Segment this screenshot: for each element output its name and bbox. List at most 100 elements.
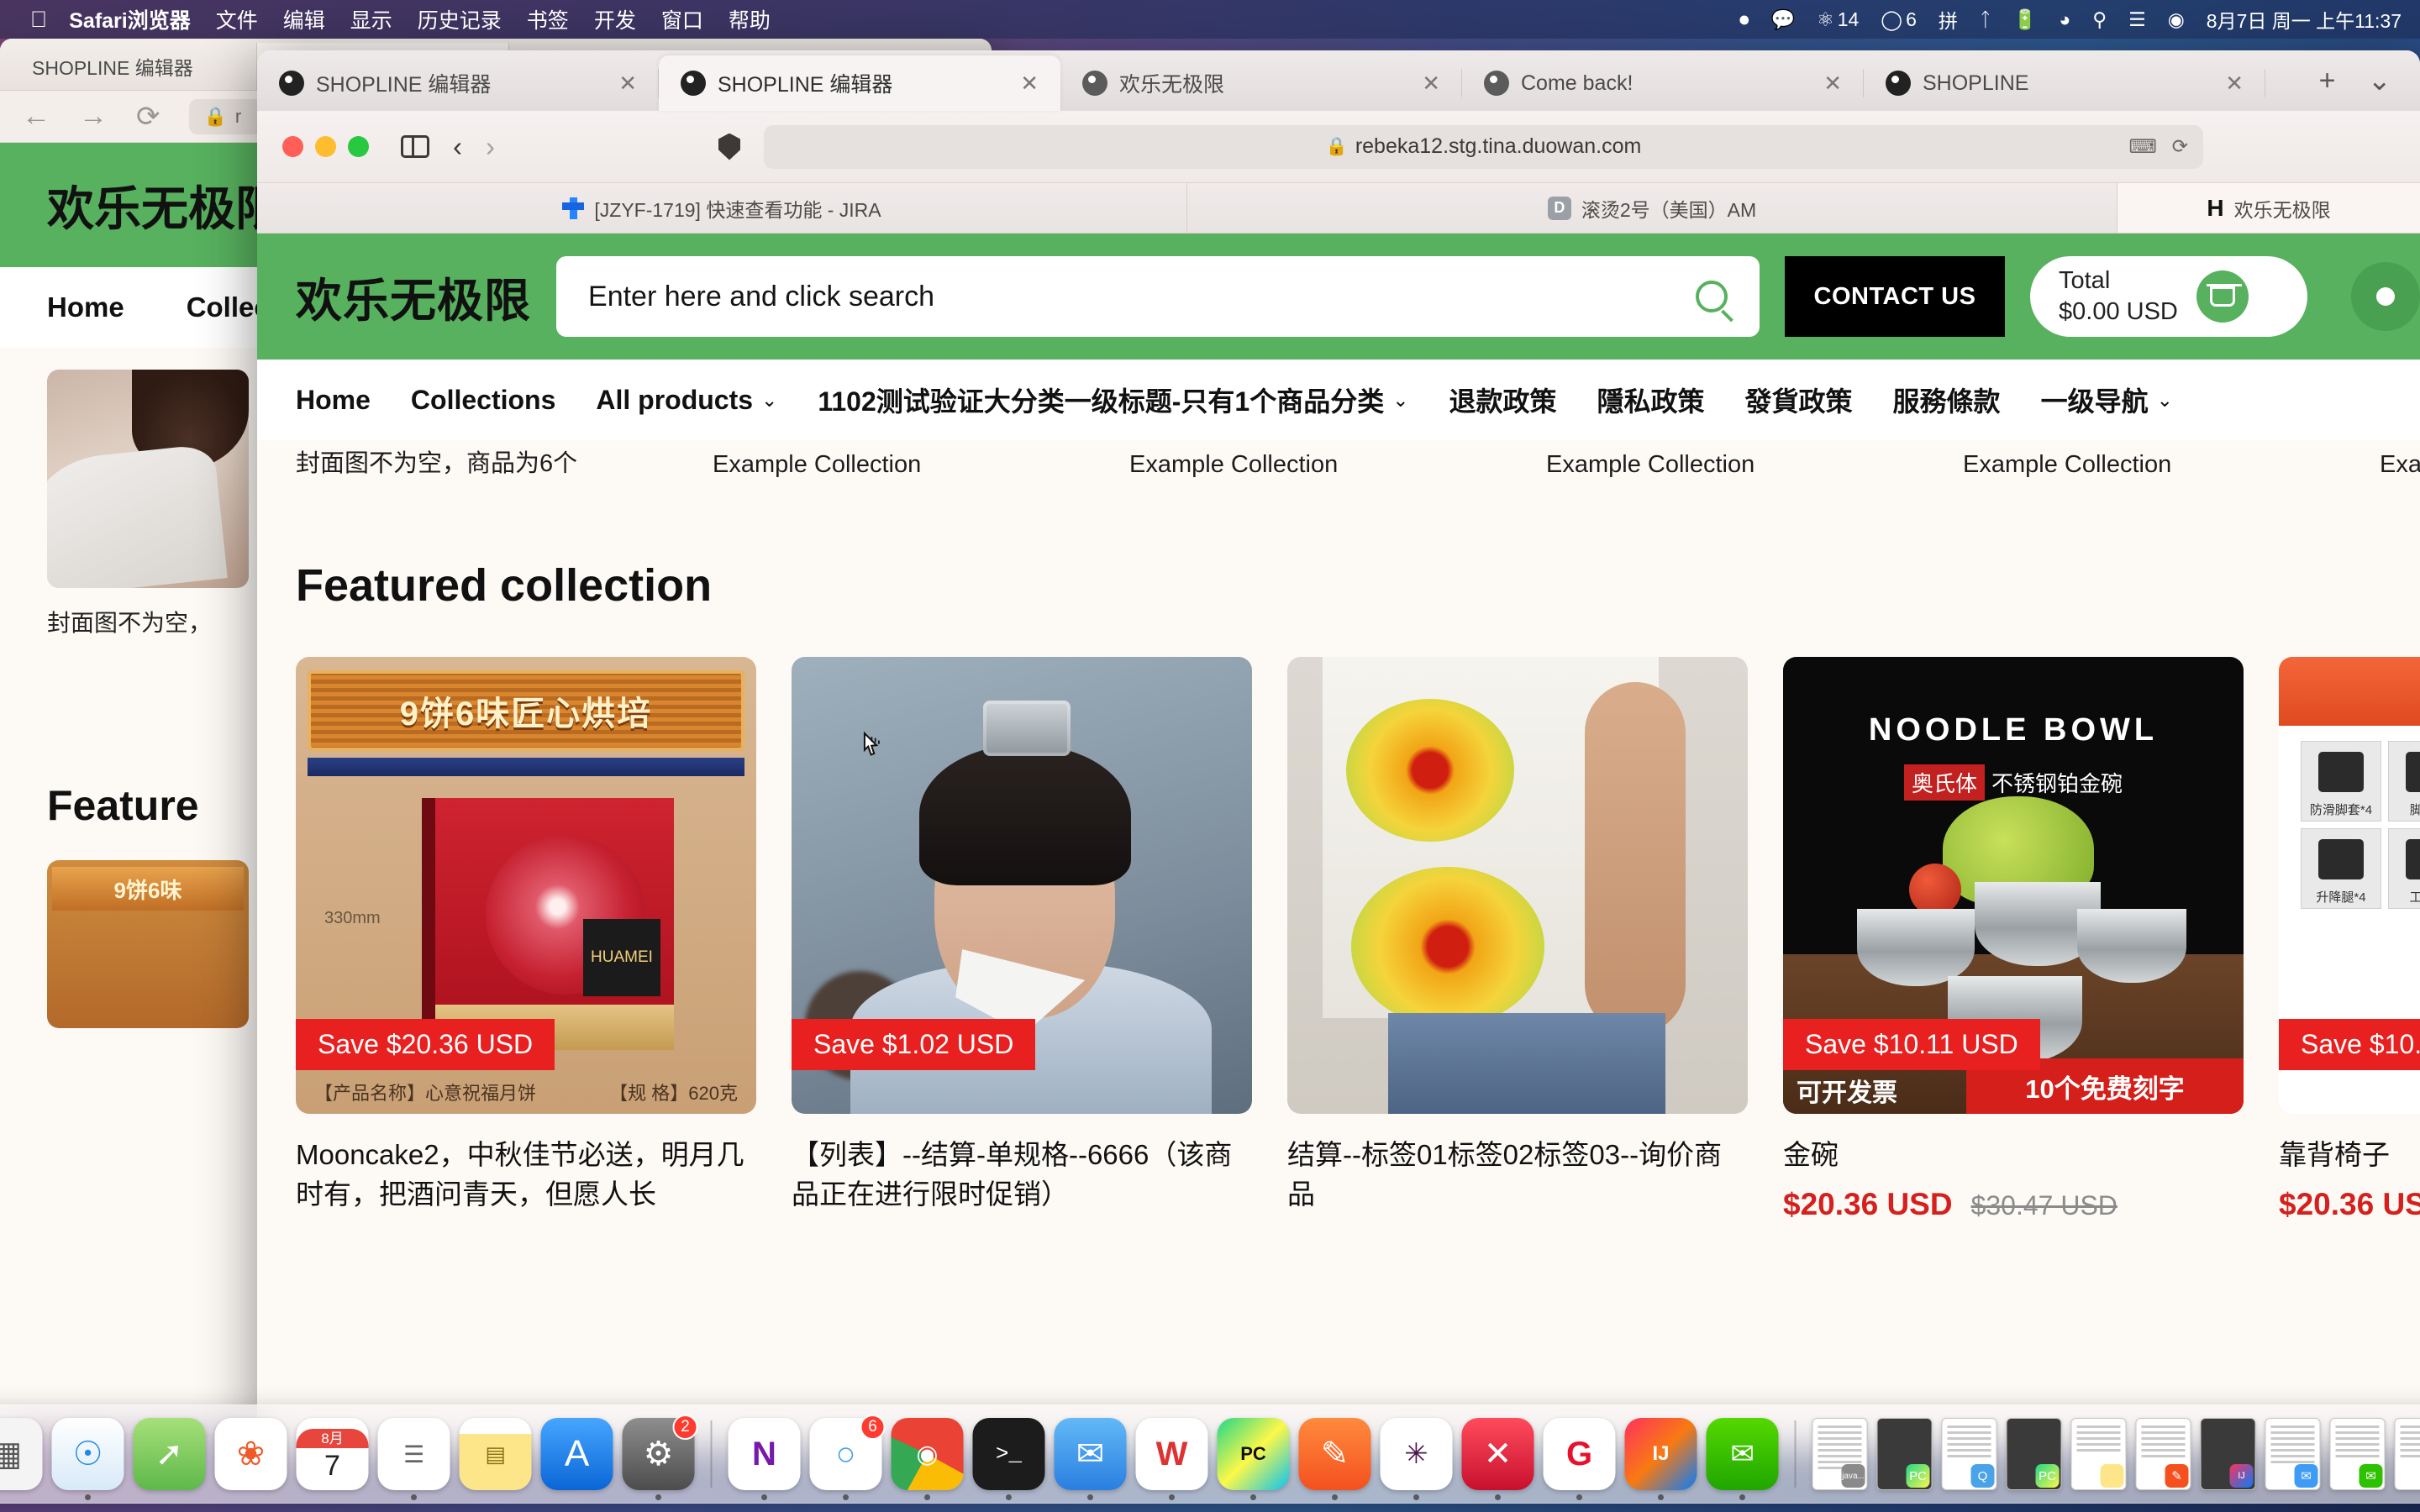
dock-app-onenote[interactable]: N	[728, 1418, 801, 1500]
menu-item-develop[interactable]: 开发	[594, 4, 636, 34]
bg-nav-home[interactable]: Home	[47, 291, 124, 323]
collection-title[interactable]: 封面图不为空，商品为6个	[296, 444, 713, 479]
dock-app-mail[interactable]: ✉	[1054, 1418, 1127, 1500]
dock-min-pycharm-1[interactable]: PC	[1876, 1418, 1933, 1490]
tab-close-icon[interactable]: ✕	[1823, 71, 1842, 97]
dock-app-terminal[interactable]: >_	[972, 1418, 1045, 1500]
dock-app-reminders[interactable]: ☰	[377, 1418, 450, 1500]
dock-app-safari[interactable]: ☉	[51, 1418, 124, 1500]
bookmark-huanle[interactable]: H 欢乐无极限	[2118, 183, 2420, 233]
nav-privacy-policy[interactable]: 隱私政策	[1577, 381, 1725, 419]
wifi-icon[interactable]: ◕	[2059, 8, 2070, 31]
product-title[interactable]: 金碗	[1783, 1136, 2244, 1175]
menu-item-window[interactable]: 窗口	[661, 4, 703, 34]
screen-recording-icon[interactable]: ⏺	[1739, 8, 1749, 31]
dock-app-slack[interactable]: ✳	[1380, 1418, 1453, 1500]
close-window-button[interactable]	[282, 136, 303, 157]
minimize-window-button[interactable]	[315, 136, 336, 157]
dock-app-wps[interactable]: W	[1135, 1418, 1208, 1500]
reload-icon[interactable]: ⟳	[2172, 135, 2188, 158]
dock-min-notes[interactable]	[2070, 1418, 2127, 1490]
nav-first-level[interactable]: 一级导航 ⌄	[2021, 381, 2193, 419]
new-tab-button[interactable]: +	[2319, 65, 2336, 97]
qq-menu-icon[interactable]: ◯ 6	[1881, 8, 1917, 31]
nav-home[interactable]: Home	[296, 385, 391, 416]
tab-shopline-editor-1[interactable]: SHOPLINE 编辑器 ✕	[257, 55, 659, 111]
menu-item-view[interactable]: 显示	[350, 4, 392, 34]
dock-app-chrome[interactable]: ◉	[891, 1418, 964, 1500]
maximize-window-button[interactable]	[348, 136, 369, 157]
dock-app-calendar[interactable]: 8月 7	[296, 1418, 369, 1490]
dock-app-system-preferences[interactable]: ⚙ 2	[622, 1415, 698, 1500]
product-title[interactable]: Mooncake2，中秋佳节必送，明月几时有，把酒问青天，但愿人长	[296, 1136, 756, 1215]
product-image[interactable]: NOODLE BOWL 奥氏体 不锈钢铂金碗 可开发票 10个免费刻字 Save…	[1783, 657, 2244, 1114]
product-card[interactable]: 结算--标签01标签02标签03--询价商品	[1287, 657, 1748, 1215]
dock-app-qq[interactable]: ○ 6	[809, 1415, 886, 1500]
menubar-clock[interactable]: 8月7日 周一 上午11:37	[2207, 5, 2402, 34]
tab-close-icon[interactable]: ✕	[618, 71, 637, 97]
nav-terms-of-service[interactable]: 服務條款	[1873, 381, 2021, 419]
product-image[interactable]: 9饼6味匠心烘培 330mm HUAMEI 【产品名称】心意祝福月饼 【规 格】…	[296, 657, 756, 1114]
bluetooth-icon[interactable]: ᛏ	[1980, 8, 1991, 31]
tab-huanle-wujixian[interactable]: 欢乐无极限 ✕	[1060, 55, 1462, 111]
bookmark-gundang[interactable]: D 滚烫2号（美国）AM	[1187, 183, 2118, 233]
collection-title[interactable]: Example Collection	[1546, 451, 1963, 479]
back-icon[interactable]: ‹	[453, 133, 462, 160]
bg-tab-1[interactable]: SHOPLINE 编辑器	[5, 43, 257, 90]
dock-app-pycharm[interactable]: PC	[1217, 1418, 1290, 1500]
product-image[interactable]: Save $1.02 USD	[792, 657, 1252, 1114]
tab-shopline[interactable]: SHOPLINE ✕	[1864, 55, 2265, 111]
dock-app-glyphs[interactable]: G	[1543, 1418, 1616, 1500]
menu-item-history[interactable]: 历史记录	[418, 4, 502, 34]
input-method-icon[interactable]: 拼	[1939, 5, 1958, 34]
front-safari-window[interactable]: SHOPLINE 编辑器 ✕ SHOPLINE 编辑器 ✕ 欢乐无极限 ✕ Co…	[257, 50, 2420, 1448]
collection-title[interactable]: Example Col	[2380, 451, 2420, 479]
dock-app-notes[interactable]: ▤	[459, 1418, 532, 1490]
dock-min-qq-2[interactable]: Q	[2394, 1418, 2420, 1490]
menu-item-file[interactable]: 文件	[216, 4, 258, 34]
battery-icon[interactable]: 🔋	[2013, 8, 2038, 31]
tab-come-back[interactable]: Come back! ✕	[1462, 55, 1864, 111]
product-card[interactable]: 9饼6味匠心烘培 330mm HUAMEI 【产品名称】心意祝福月饼 【规 格】…	[296, 657, 756, 1215]
bg-product-card[interactable]: 9饼6味	[47, 860, 249, 1028]
dock-app-xmind[interactable]: ✕	[1461, 1418, 1534, 1500]
privacy-shield-icon[interactable]	[718, 133, 740, 160]
dock-app-intellij[interactable]: IJ	[1624, 1418, 1697, 1500]
dock-app-app-store[interactable]: A	[540, 1418, 613, 1490]
product-card[interactable]: 套餐1 防滑脚套*4 脚爪*4 磁石靠背 升降腿*4 工具包 JD.COM 京东	[2279, 657, 2420, 1222]
forward-icon[interactable]: ›	[486, 133, 495, 160]
tab-close-icon[interactable]: ✕	[2225, 71, 2244, 97]
nav-collections[interactable]: Collections	[391, 385, 576, 416]
product-image[interactable]: 套餐1 防滑脚套*4 脚爪*4 磁石靠背 升降腿*4 工具包 JD.COM 京东	[2279, 657, 2420, 1114]
shop-logo[interactable]: 欢乐无极限	[296, 263, 531, 330]
bookmark-jira[interactable]: [JZYF-1719] 快速查看功能 - JIRA	[257, 183, 1187, 233]
translate-icon[interactable]: ⌨	[2129, 135, 2157, 158]
account-icon[interactable]	[2351, 262, 2420, 331]
dock-min-mail[interactable]: ✉	[2265, 1418, 2321, 1490]
contact-us-button[interactable]: CONTACT US	[1785, 256, 2005, 337]
tab-overview-icon[interactable]: ⌄	[2368, 64, 2392, 97]
siri-icon[interactable]: ◉	[2168, 8, 2185, 31]
nav-refund-policy[interactable]: 退款政策	[1429, 381, 1577, 419]
tab-shopline-editor-2[interactable]: SHOPLINE 编辑器 ✕	[659, 55, 1060, 111]
dock-app-photos[interactable]: ❀	[214, 1418, 287, 1490]
product-title[interactable]: 靠背椅子	[2279, 1136, 2420, 1175]
dock-min-pycharm-2[interactable]: PC	[2006, 1418, 2062, 1490]
collection-title[interactable]: Example Collection	[1963, 451, 2380, 479]
tab-close-icon[interactable]: ✕	[1020, 71, 1039, 97]
gitlab-menu-icon[interactable]: ⚛ 14	[1817, 8, 1859, 31]
dock-min-qq[interactable]: Q	[1941, 1418, 1997, 1490]
product-card[interactable]: NOODLE BOWL 奥氏体 不锈钢铂金碗 可开发票 10个免费刻字 Save…	[1783, 657, 2244, 1222]
bg-site-logo[interactable]: 欢乐无极限	[47, 171, 282, 239]
address-bar[interactable]: 🔒 rebeka12.stg.tina.duowan.com ⌨ ⟳	[764, 124, 2203, 169]
dock-min-wechat[interactable]: ✉	[2329, 1418, 2386, 1490]
spotlight-search-icon[interactable]: ⚲	[2092, 8, 2107, 31]
apple-menu-icon[interactable]: 	[30, 8, 47, 31]
tab-close-icon[interactable]: ✕	[1422, 71, 1440, 97]
collection-title[interactable]: Example Collection	[713, 451, 1129, 479]
menu-item-safari[interactable]: Safari浏览器	[69, 4, 190, 34]
product-title[interactable]: 结算--标签01标签02标签03--询价商品	[1287, 1136, 1748, 1215]
dock-app-maps[interactable]: ➚	[133, 1418, 206, 1490]
dock-min-intellij[interactable]: IJ	[2200, 1418, 2256, 1490]
wechat-menu-icon[interactable]: 💬	[1770, 8, 1795, 31]
